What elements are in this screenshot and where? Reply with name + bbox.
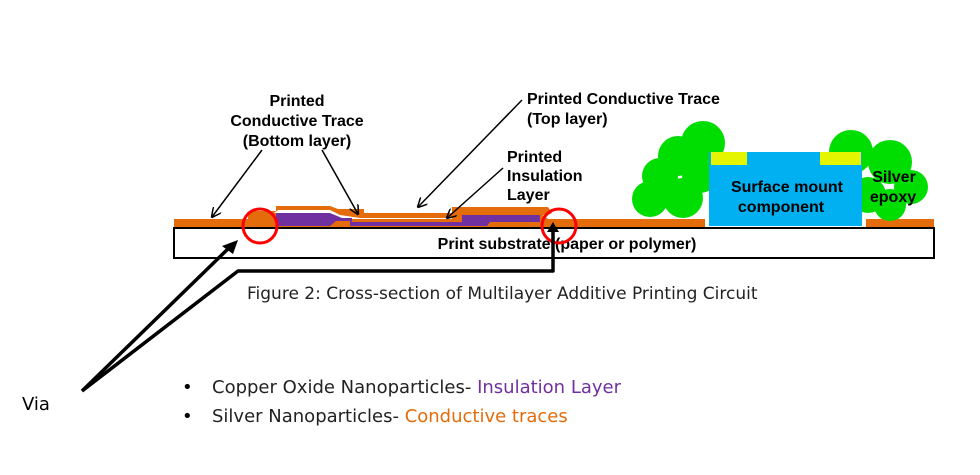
insulation-label-line2: Insulation <box>507 168 583 185</box>
bottom-trace-label-line3: (Bottom layer) <box>243 133 351 150</box>
bullet-glyph: • <box>182 377 193 398</box>
substrate-label: Print substrate (paper or polymer) <box>438 236 697 253</box>
top-trace-label-line1: Printed Conductive Trace <box>527 91 720 108</box>
bullet-highlight-insulation: Insulation Layer <box>477 377 622 398</box>
bullet-highlight-conductive: Conductive traces <box>405 406 568 427</box>
insulation-label-line1: Printed <box>507 149 562 166</box>
bullet-list: • Copper Oxide Nanoparticles- Insulation… <box>182 377 622 427</box>
via-label: Via <box>22 394 50 415</box>
component-label-line1: Surface mount <box>731 179 844 196</box>
component-pad-left <box>711 152 747 165</box>
right-conductive-pad <box>866 219 934 227</box>
bottom-trace-label-line2: Conductive Trace <box>230 113 363 130</box>
insulation-label-line3: Layer <box>507 187 550 204</box>
cross-section-diagram: Print substrate (paper or polymer) Surfa… <box>22 91 935 427</box>
bullet-item: Copper Oxide Nanoparticles- Insulation L… <box>212 377 622 398</box>
bullet-item: Silver Nanoparticles- Conductive traces <box>212 406 568 427</box>
bullet-glyph: • <box>182 406 193 427</box>
bullet-prefix: Copper Oxide Nanoparticles- <box>212 377 477 398</box>
component-label-line2: component <box>738 199 825 216</box>
epoxy-label-line1: Silver <box>872 169 916 186</box>
top-trace-label-line2: (Top layer) <box>527 111 608 128</box>
bottom-trace-label-line1: Printed <box>269 93 324 110</box>
figure-caption: Figure 2: Cross-section of Multilayer Ad… <box>247 284 758 304</box>
epoxy-label-line2: epoxy <box>870 189 916 206</box>
diagram-canvas: Print substrate (paper or polymer) Surfa… <box>0 0 980 470</box>
component-pad-right <box>820 152 861 165</box>
bullet-prefix: Silver Nanoparticles- <box>212 406 405 427</box>
